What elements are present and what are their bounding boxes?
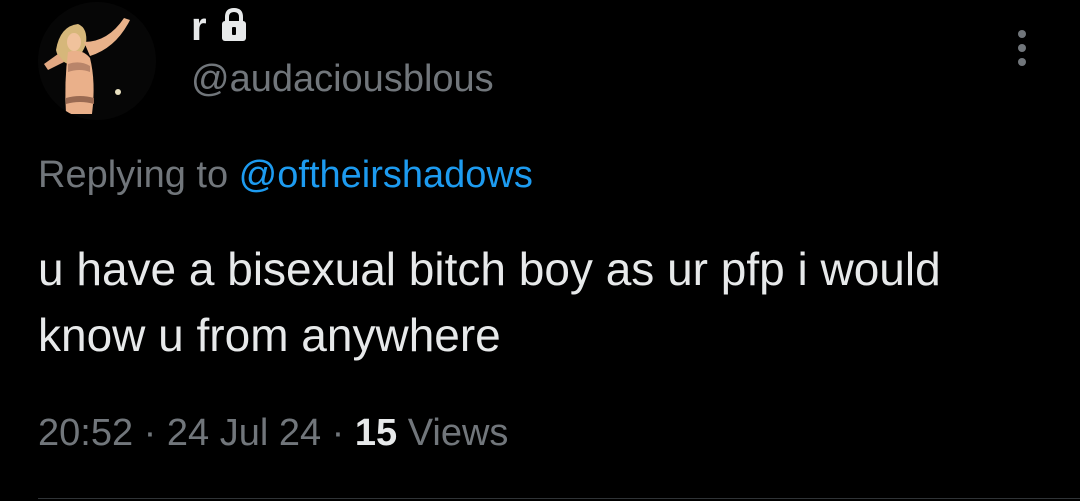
tweet-time[interactable]: 20:52: [38, 412, 133, 454]
author-name-row: r: [191, 4, 249, 50]
reply-handle-link[interactable]: @oftheirshadows: [239, 154, 533, 196]
tweet-date[interactable]: 24 Jul 24: [167, 412, 321, 454]
avatar-image: [38, 2, 156, 120]
views-label[interactable]: Views: [408, 412, 509, 454]
tweet-text: u have a bisexual bitch boy as ur pfp i …: [38, 243, 941, 361]
replying-to-label: Replying to: [38, 154, 239, 196]
author-handle[interactable]: @audaciousblous: [191, 56, 494, 102]
divider: [38, 498, 1080, 499]
more-vertical-icon[interactable]: [1000, 22, 1044, 74]
tweet-detail: r @audaciousblous Replying to @oftheirsh…: [0, 0, 1080, 501]
lock-icon: [219, 6, 249, 44]
tweet-meta: 20:52 · 24 Jul 24 · 15 Views: [38, 410, 508, 456]
views-count[interactable]: 15: [355, 412, 397, 454]
author-display-name[interactable]: r: [191, 4, 207, 50]
avatar[interactable]: [38, 2, 156, 120]
meta-separator-2: ·: [331, 412, 345, 454]
replying-to: Replying to @oftheirshadows: [38, 152, 533, 198]
meta-separator: ·: [143, 412, 157, 454]
